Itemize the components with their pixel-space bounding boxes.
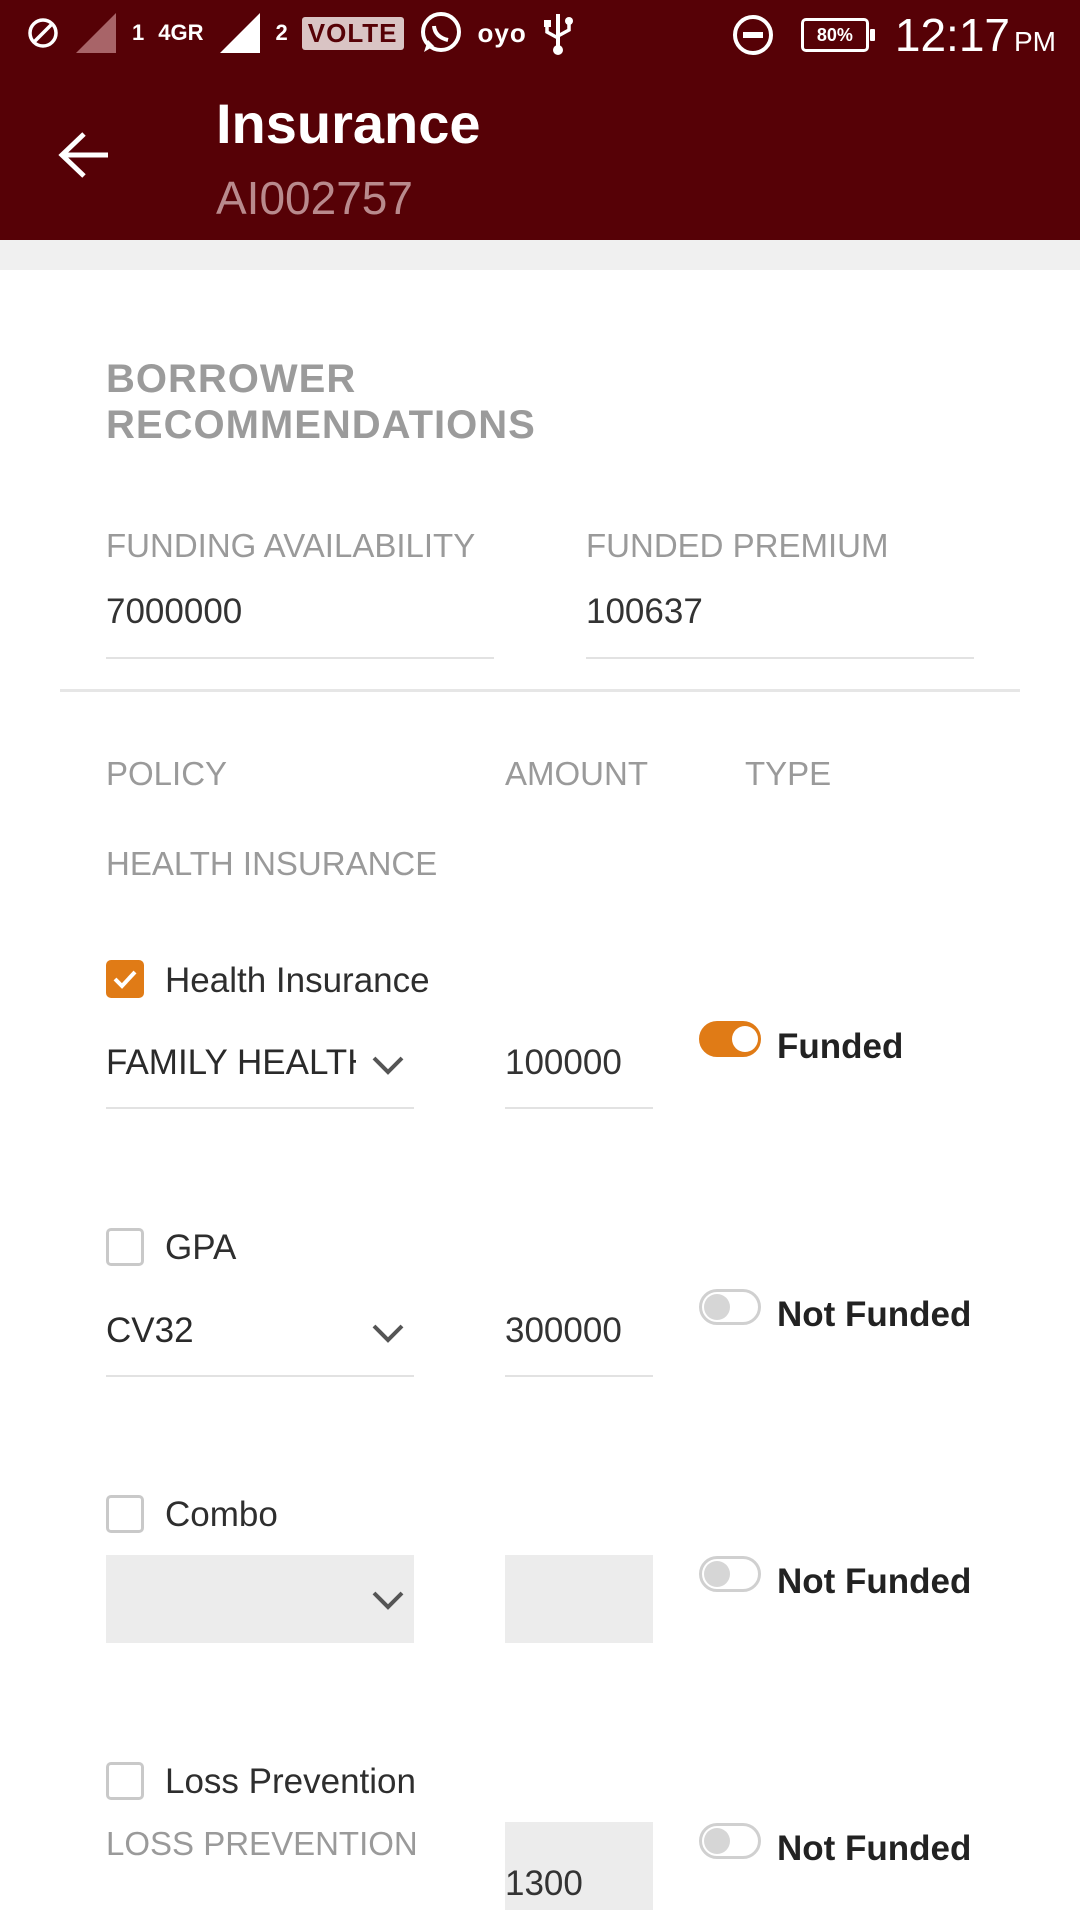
chevron-down-icon (372, 1591, 404, 1610)
clock: 12:17 PM (895, 8, 1056, 62)
usb-icon (541, 10, 575, 56)
column-header-amount: AMOUNT (505, 755, 648, 792)
section-title-line2: RECOMMENDATIONS (106, 403, 536, 447)
funding-availability-underline (106, 657, 494, 659)
divider-strip (0, 240, 1080, 270)
signal-icon (218, 11, 262, 55)
page-title: Insurance (216, 92, 481, 155)
health-insurance-funded-toggle[interactable] (699, 1021, 761, 1057)
amount-value: 100000 (505, 1043, 622, 1082)
amount-underline (505, 1107, 653, 1109)
arrow-left-icon (58, 132, 108, 178)
column-header-policy: POLICY (106, 755, 228, 792)
combo-checkbox[interactable] (106, 1495, 144, 1533)
battery-icon: 80% (800, 18, 875, 52)
funded-premium-value: 100637 (586, 592, 703, 631)
gpa-funded-toggle[interactable] (699, 1289, 761, 1325)
signal-icon (74, 11, 118, 55)
policy-select-value: CV32 (106, 1311, 194, 1350)
section-title: BORROWER RECOMMENDATIONS (106, 356, 806, 448)
funded-premium-label: FUNDED PREMIUM (586, 527, 889, 564)
network-type: 4GR (158, 20, 204, 45)
loss-prevention-label: Loss Prevention (165, 1762, 416, 1801)
amount-value: 300000 (505, 1311, 622, 1350)
section-divider (60, 689, 1020, 692)
gpa-label: GPA (165, 1228, 237, 1267)
loss-prevention-funded-toggle[interactable] (699, 1823, 761, 1859)
health-insurance-type-label: Funded (777, 1027, 904, 1066)
block-icon (26, 16, 60, 50)
combo-policy-select[interactable] (106, 1555, 414, 1643)
loss-prevention-policy-value: LOSS PREVENTION (106, 1825, 418, 1862)
health-insurance-checkbox[interactable] (106, 960, 144, 998)
section-title-line1: BORROWER (106, 357, 357, 401)
loss-prevention-amount-input[interactable]: 1300 (505, 1822, 653, 1910)
oyo-icon: oyo (477, 17, 527, 48)
back-button[interactable] (48, 125, 120, 185)
gpa-type-label: Not Funded (777, 1295, 972, 1334)
whatsapp-icon (418, 10, 464, 56)
toggle-knob (732, 1026, 758, 1052)
clock-ampm: PM (1014, 26, 1056, 57)
policy-select-underline (106, 1107, 414, 1109)
combo-funded-toggle[interactable] (699, 1556, 761, 1592)
toggle-knob (704, 1828, 730, 1854)
toggle-knob (704, 1561, 730, 1587)
amount-value: 1300 (505, 1864, 583, 1903)
group-label-health-insurance: HEALTH INSURANCE (106, 845, 438, 882)
sim1-label: 1 (132, 20, 145, 45)
app-bar: Insurance AI002757 (0, 75, 1080, 240)
chevron-down-icon (372, 1324, 404, 1343)
combo-label: Combo (165, 1495, 278, 1534)
check-icon (113, 970, 137, 989)
combo-type-label: Not Funded (777, 1562, 972, 1601)
gpa-checkbox[interactable] (106, 1228, 144, 1266)
health-insurance-label: Health Insurance (165, 961, 430, 1000)
volte-badge: VOLTE (301, 16, 404, 50)
funded-premium-underline (586, 657, 974, 659)
funding-availability-value: 7000000 (106, 592, 243, 631)
policy-select-value: FAMILY HEALTH (106, 1043, 356, 1082)
status-bar: 1 4GR 2 VOLTE oyo 80% 12:17 PM (0, 0, 1080, 75)
clock-time: 12:17 (894, 9, 1010, 61)
loss-prevention-checkbox[interactable] (106, 1762, 144, 1800)
toggle-knob (704, 1294, 730, 1320)
sim2-label: 2 (275, 20, 288, 45)
amount-underline (505, 1375, 653, 1377)
combo-amount-input[interactable] (505, 1555, 653, 1643)
funding-availability-label: FUNDING AVAILABILITY (106, 527, 476, 564)
page-subtitle: AI002757 (216, 172, 413, 224)
battery-level: 80% (816, 24, 853, 45)
dnd-icon (731, 13, 775, 57)
column-header-type: TYPE (745, 755, 832, 792)
chevron-down-icon (372, 1056, 404, 1075)
loss-prevention-type-label: Not Funded (777, 1829, 972, 1868)
policy-select-underline (106, 1375, 414, 1377)
